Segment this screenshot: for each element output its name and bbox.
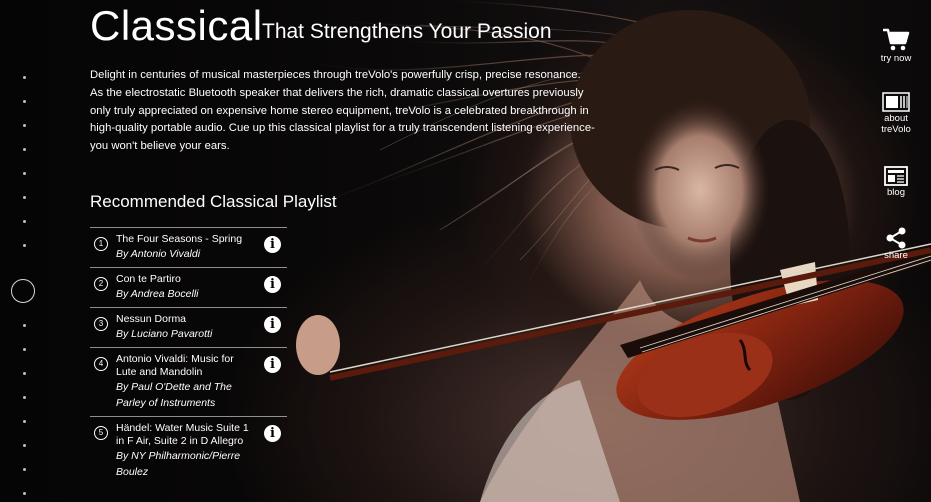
page: Classical That Strengthens Your Passion …: [0, 0, 931, 502]
about-label-line2: treVolo: [881, 123, 911, 135]
track-artist: By Luciano Pavarotti: [116, 328, 213, 340]
intro-paragraph: Delight in centuries of musical masterpi…: [90, 69, 595, 153]
section-dot[interactable]: [23, 76, 26, 79]
track-number: 3: [94, 317, 108, 331]
blog-icon: [884, 166, 908, 186]
cart-icon: [883, 28, 910, 51]
track-artist: By Antonio Vivaldi: [116, 248, 201, 260]
info-icon[interactable]: i: [264, 356, 281, 373]
track-title: Nessun Dorma: [116, 313, 187, 325]
blog-label: blog: [887, 187, 905, 198]
section-dot[interactable]: [23, 100, 26, 103]
section-dot[interactable]: [23, 372, 26, 375]
track-title: Händel: Water Music Suite 1 in F Air, Su…: [116, 422, 249, 447]
section-dot[interactable]: [23, 172, 26, 175]
section-dot[interactable]: [23, 396, 26, 399]
track-title: Antonio Vivaldi: Music for Lute and Mand…: [116, 353, 234, 378]
track-number: 5: [94, 426, 108, 440]
section-dot[interactable]: [23, 420, 26, 423]
track-artist: By Paul O'Dette and The Parley of Instru…: [116, 381, 232, 409]
playlist-track[interactable]: 5 Händel: Water Music Suite 1 in F Air, …: [90, 416, 287, 485]
playlist-track[interactable]: 2 Con te Partiro By Andrea Bocelli i: [90, 267, 287, 307]
speaker-icon: [882, 92, 910, 112]
playlist-track[interactable]: 4 Antonio Vivaldi: Music for Lute and Ma…: [90, 347, 287, 416]
share-label: share: [884, 250, 908, 261]
section-dot[interactable]: [23, 348, 26, 351]
info-icon[interactable]: i: [264, 316, 281, 333]
section-dot-active[interactable]: [11, 279, 35, 303]
info-icon[interactable]: i: [264, 236, 281, 253]
share-button[interactable]: share: [861, 227, 931, 262]
track-number: 1: [94, 237, 108, 251]
section-dot[interactable]: [23, 444, 26, 447]
about-label-line1: about: [884, 113, 908, 124]
track-number: 2: [94, 277, 108, 291]
track-artist: By NY Philharmonic/Pierre Boulez: [116, 450, 241, 478]
section-dot[interactable]: [23, 324, 26, 327]
try-now-label: try now: [880, 53, 912, 64]
section-dot[interactable]: [23, 124, 26, 127]
info-icon[interactable]: i: [264, 276, 281, 293]
section-dot[interactable]: [23, 220, 26, 223]
playlist-track[interactable]: 3 Nessun Dorma By Luciano Pavarotti i: [90, 307, 287, 347]
track-title: Con te Partiro: [116, 273, 181, 285]
track-title: The Four Seasons - Spring: [116, 233, 243, 245]
section-dot[interactable]: [23, 148, 26, 151]
track-number: 4: [94, 357, 108, 371]
track-artist: By Andrea Bocelli: [116, 288, 199, 300]
info-icon[interactable]: i: [264, 425, 281, 442]
page-title: Classical: [90, 2, 263, 49]
side-nav: try now about treVolo blog share: [861, 0, 931, 502]
about-button[interactable]: about treVolo: [861, 92, 931, 135]
section-dot[interactable]: [23, 492, 26, 495]
section-dot[interactable]: [23, 196, 26, 199]
playlist-track[interactable]: 1 The Four Seasons - Spring By Antonio V…: [90, 227, 287, 267]
share-icon: [886, 227, 906, 249]
section-dot[interactable]: [23, 244, 26, 247]
blog-button[interactable]: blog: [861, 166, 931, 199]
section-dot[interactable]: [23, 468, 26, 471]
try-now-button[interactable]: try now: [861, 28, 931, 65]
page-subtitle: That Strengthens Your Passion: [262, 20, 552, 43]
playlist: 1 The Four Seasons - Spring By Antonio V…: [90, 227, 287, 485]
playlist-heading: Recommended Classical Playlist: [90, 192, 337, 211]
section-dot-nav: [0, 0, 50, 502]
